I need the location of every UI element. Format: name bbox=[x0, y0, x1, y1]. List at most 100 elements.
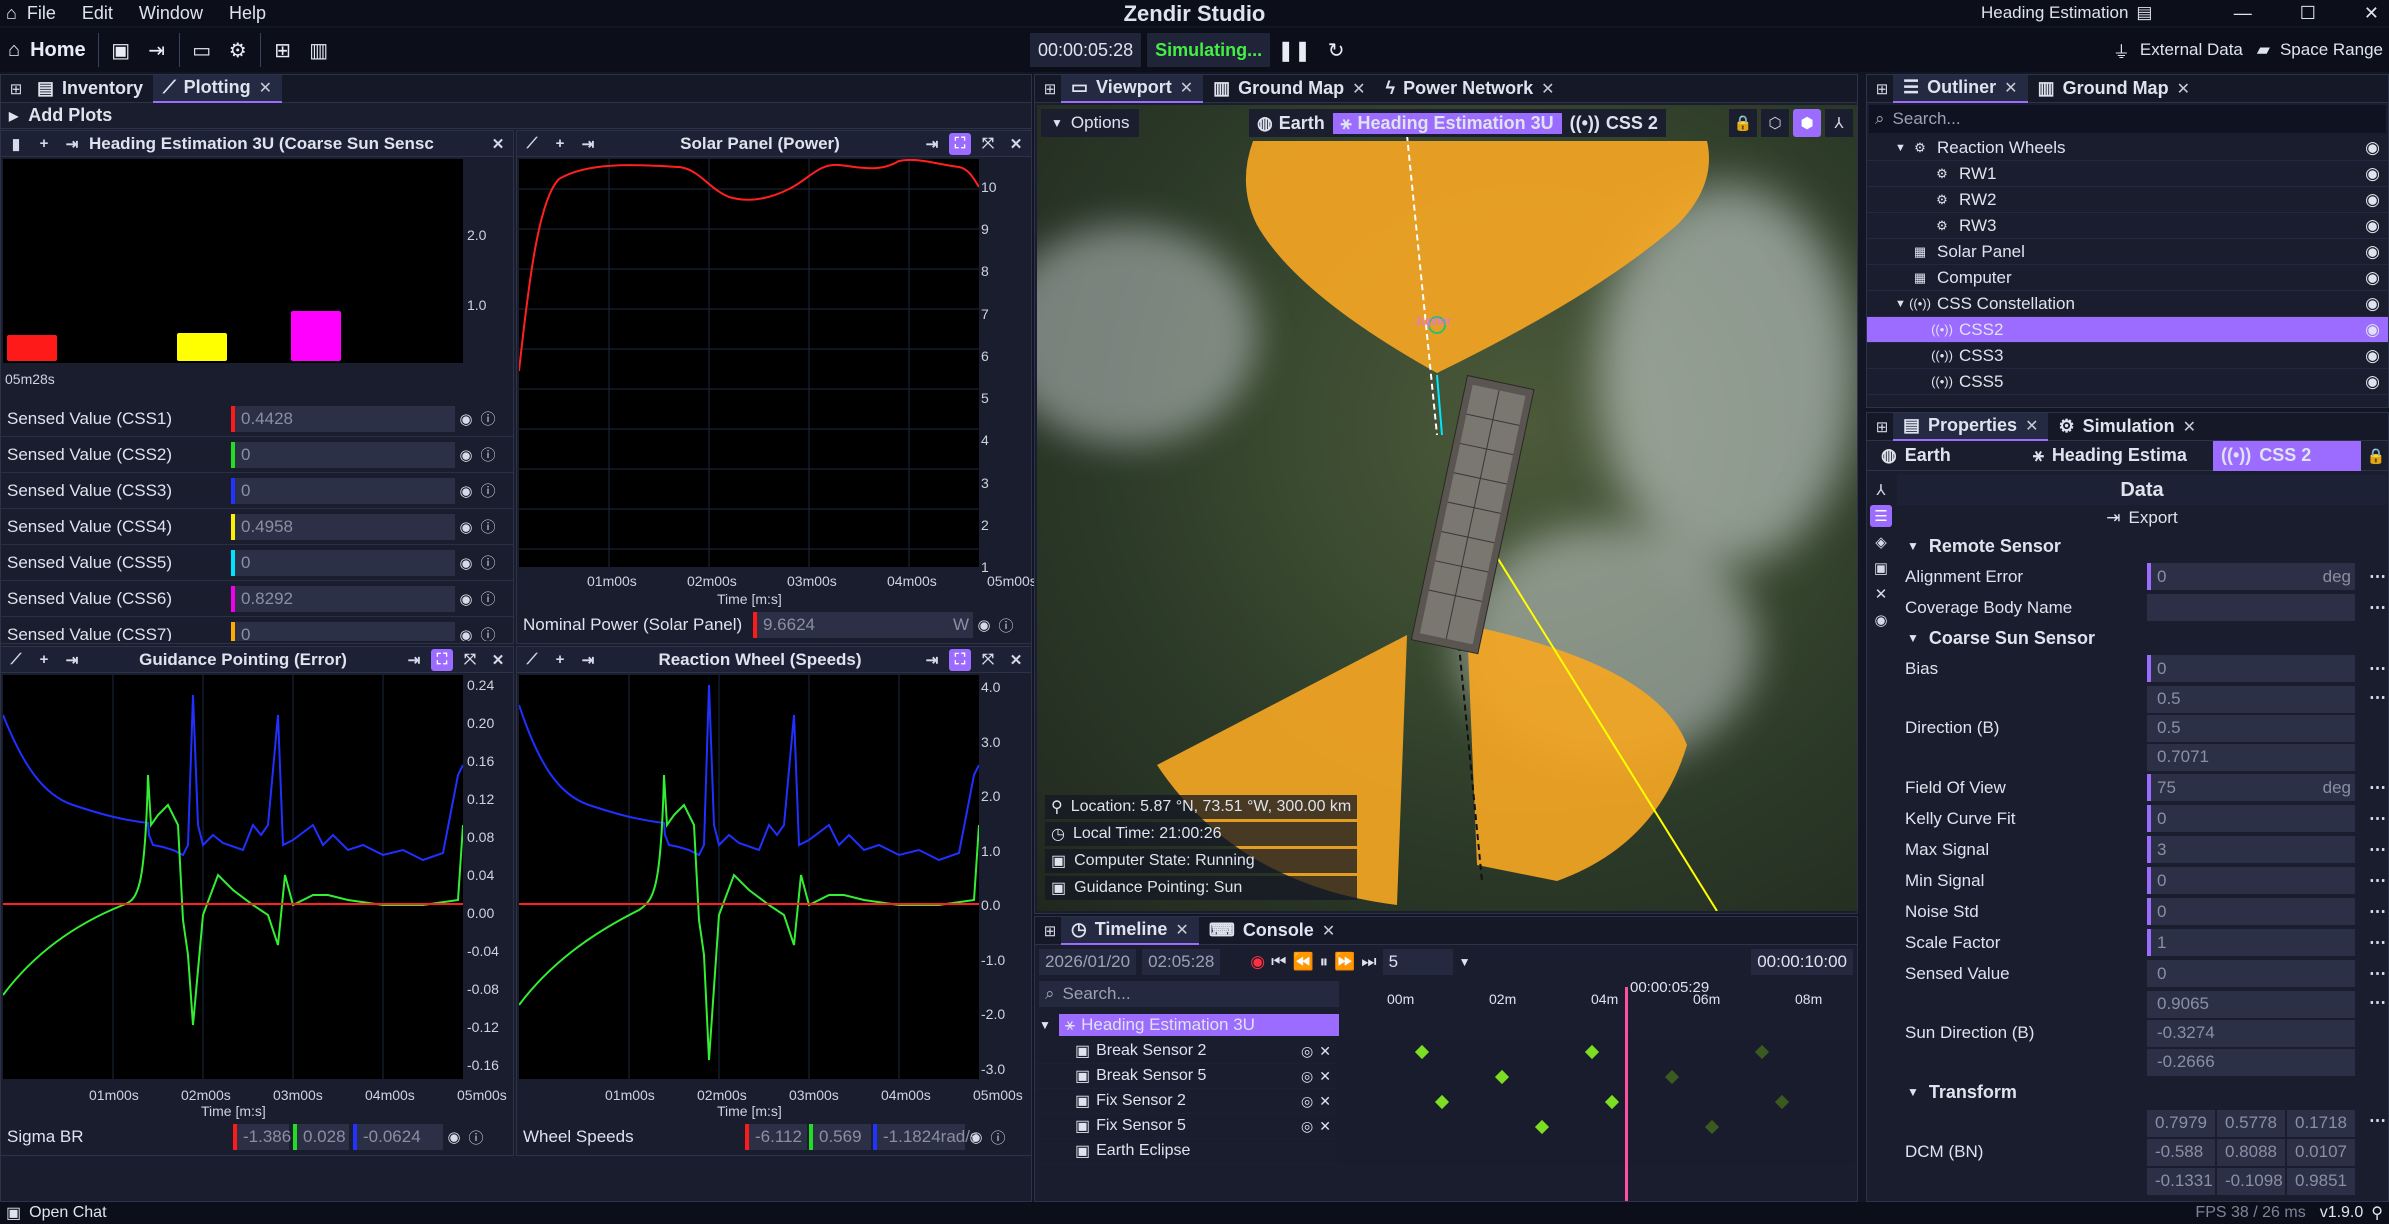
eye-icon[interactable]: ◉ bbox=[455, 624, 477, 642]
close-icon[interactable]: ✕ bbox=[1005, 133, 1027, 155]
event-marker[interactable] bbox=[1774, 1094, 1790, 1109]
crumb-css2[interactable]: ((•)) CSS 2 bbox=[2213, 440, 2361, 471]
display-button[interactable]: ▭ bbox=[184, 32, 220, 68]
outliner-item[interactable]: ((•)) CSS3 ◉ bbox=[1867, 343, 2388, 369]
hierarchy-icon[interactable]: ⅄ bbox=[1870, 479, 1892, 501]
kelly-input[interactable]: 0 bbox=[2147, 805, 2355, 832]
menu-help[interactable]: Help bbox=[229, 3, 266, 24]
line-chart-icon[interactable]: ⟋ bbox=[5, 649, 27, 671]
time-field[interactable]: 02:05:28 bbox=[1142, 949, 1221, 975]
eye-icon[interactable]: ◉ bbox=[455, 552, 477, 574]
export-icon[interactable]: ⇥ bbox=[577, 649, 599, 671]
add-tab-icon[interactable]: ⊞ bbox=[1871, 416, 1893, 438]
dcm-cell[interactable]: 0.0107 bbox=[2287, 1138, 2355, 1166]
info-icon[interactable]: ⓘ bbox=[477, 624, 499, 641]
section-remote-sensor[interactable]: ▼ Remote Sensor bbox=[1897, 531, 2387, 561]
crumb-css2[interactable]: ((•)) CSS 2 bbox=[1562, 113, 1666, 134]
sun-z[interactable]: -0.2666 bbox=[2147, 1048, 2355, 1076]
focus-icon[interactable]: ⬢ bbox=[1793, 109, 1821, 137]
tab-simulation[interactable]: ⚙ Simulation ✕ bbox=[2048, 413, 2206, 441]
add-plots-row[interactable]: ▶ Add Plots bbox=[1, 103, 1031, 129]
dcm-cell[interactable]: -0.588 bbox=[2147, 1138, 2215, 1166]
outliner-item[interactable]: ▦ Computer ◉ bbox=[1867, 265, 2388, 291]
section-transform[interactable]: ▼ Transform bbox=[1897, 1077, 2387, 1107]
export-icon[interactable]: ⇥ bbox=[577, 133, 599, 155]
speed-select[interactable]: 5 bbox=[1382, 949, 1453, 975]
dcm-cell[interactable]: -0.1331 bbox=[2147, 1167, 2215, 1195]
close-tab-icon[interactable]: ✕ bbox=[1322, 921, 1335, 941]
tab-outliner[interactable]: ☰ Outliner ✕ bbox=[1893, 74, 2028, 103]
pan-icon[interactable]: ⤧ bbox=[977, 133, 999, 155]
more-icon[interactable]: ⋯ bbox=[2369, 964, 2386, 984]
coverage-input[interactable] bbox=[2147, 594, 2355, 621]
eye-icon[interactable]: ◉ bbox=[965, 1126, 987, 1148]
fit-icon[interactable]: ⛶ bbox=[431, 648, 453, 671]
pan-icon[interactable]: ⤧ bbox=[459, 649, 481, 671]
info-icon[interactable]: ⓘ bbox=[477, 408, 499, 430]
home-button[interactable]: ⌂ Home bbox=[0, 32, 94, 68]
event-marker[interactable] bbox=[1604, 1094, 1620, 1109]
outliner-search[interactable]: ⌕ Search... bbox=[1869, 105, 2386, 133]
direction-z[interactable]: 0.7071 bbox=[2147, 743, 2355, 771]
menu-window[interactable]: Window bbox=[139, 3, 203, 24]
collapse-icon[interactable]: ⇥ bbox=[403, 649, 425, 671]
collapse-icon[interactable]: ⇥ bbox=[921, 133, 943, 155]
skip-start-icon[interactable]: ⏮ bbox=[1271, 952, 1286, 972]
timeline-group[interactable]: ▼ ⚹ Heading Estimation 3U bbox=[1039, 1013, 1339, 1037]
more-icon[interactable]: ⋯ bbox=[2369, 933, 2386, 953]
event-marker[interactable] bbox=[1754, 1044, 1770, 1059]
space-range-button[interactable]: ▰ Space Range bbox=[2257, 40, 2383, 60]
close-tab-icon[interactable]: ✕ bbox=[1180, 78, 1193, 98]
outliner-item[interactable]: ⚙ RW2 ◉ bbox=[1867, 187, 2388, 213]
max-signal-input[interactable]: 3 bbox=[2147, 836, 2355, 863]
eye-icon[interactable]: ◉ bbox=[2365, 190, 2380, 210]
end-time-field[interactable]: 00:00:10:00 bbox=[1751, 949, 1853, 975]
eye-icon[interactable]: ◉ bbox=[2365, 216, 2380, 236]
close-tab-icon[interactable]: ✕ bbox=[2025, 416, 2038, 436]
export-button[interactable]: ⇥ Export bbox=[1897, 505, 2387, 531]
eye-icon[interactable]: ◉ bbox=[2365, 294, 2380, 314]
options-button[interactable]: ▼ Options bbox=[1041, 109, 1140, 137]
more-icon[interactable]: ⋯ bbox=[2369, 778, 2386, 798]
crumb-spacecraft[interactable]: ⚹ Heading Estimation 3U bbox=[1332, 112, 1562, 134]
event-marker[interactable] bbox=[1704, 1119, 1720, 1134]
target-icon[interactable]: ◎ bbox=[1301, 1043, 1313, 1060]
close-icon[interactable]: ✕ bbox=[487, 133, 509, 155]
add-icon[interactable]: + bbox=[33, 133, 55, 155]
eye-icon[interactable]: ◉ bbox=[2365, 372, 2380, 392]
cube-icon[interactable]: ⬡ bbox=[1761, 109, 1789, 137]
info-icon[interactable]: ⓘ bbox=[995, 614, 1017, 636]
outliner-item[interactable]: ⚙ RW3 ◉ bbox=[1867, 213, 2388, 239]
more-icon[interactable]: ⋯ bbox=[2369, 1111, 2386, 1131]
add-icon[interactable]: + bbox=[549, 649, 571, 671]
close-tab-icon[interactable]: ✕ bbox=[2183, 417, 2196, 437]
outliner-item[interactable]: ((•)) CSS2 ◉ bbox=[1867, 317, 2388, 343]
layers-icon[interactable]: ◈ bbox=[1870, 531, 1892, 553]
eye-icon[interactable]: ◉ bbox=[2365, 242, 2380, 262]
close-tab-icon[interactable]: ✕ bbox=[2004, 78, 2017, 98]
eye-icon[interactable]: ◉ bbox=[2365, 138, 2380, 158]
direction-y[interactable]: 0.5 bbox=[2147, 714, 2355, 742]
eye-icon[interactable]: ◉ bbox=[455, 516, 477, 538]
menu-file[interactable]: File bbox=[27, 3, 56, 24]
add-tab-icon[interactable]: ⊞ bbox=[5, 78, 27, 100]
eye-icon[interactable]: ◉ bbox=[455, 408, 477, 430]
3d-viewport[interactable]: Jupiter ▼ Options ◍ Earth ⚹ Heading Estima… bbox=[1037, 105, 1857, 911]
outliner-item[interactable]: ▦ Solar Panel ◉ bbox=[1867, 239, 2388, 265]
eye-icon[interactable]: ◉ bbox=[455, 588, 477, 610]
event-marker[interactable] bbox=[1584, 1044, 1600, 1059]
user-icon[interactable]: ⚲ bbox=[2371, 1203, 2383, 1223]
more-icon[interactable]: ⋯ bbox=[2369, 902, 2386, 922]
event-marker[interactable] bbox=[1534, 1119, 1550, 1134]
remove-icon[interactable]: ✕ bbox=[1319, 1118, 1331, 1135]
record-icon[interactable]: ◉ bbox=[1250, 952, 1265, 972]
more-icon[interactable]: ⋯ bbox=[2369, 598, 2386, 618]
info-icon[interactable]: ⓘ bbox=[477, 516, 499, 538]
timeline-playhead[interactable] bbox=[1625, 987, 1628, 1201]
close-icon[interactable]: ✕ bbox=[2364, 3, 2379, 24]
pause-button[interactable]: ❚❚ bbox=[1276, 32, 1312, 68]
eye-icon[interactable]: ◉ bbox=[455, 444, 477, 466]
dcm-cell[interactable]: 0.9851 bbox=[2287, 1167, 2355, 1195]
dcm-cell[interactable]: -0.1098 bbox=[2217, 1167, 2285, 1195]
tools-icon[interactable]: ✕ bbox=[1870, 583, 1892, 605]
